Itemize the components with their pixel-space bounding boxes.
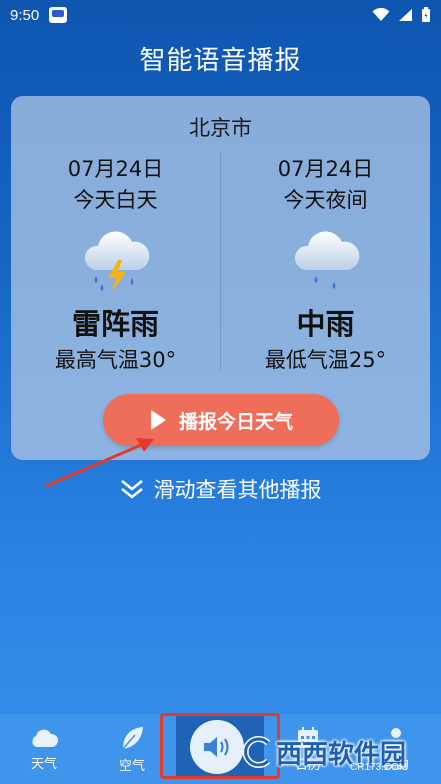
app-notification-icon bbox=[49, 7, 68, 23]
status-icons bbox=[372, 7, 431, 23]
status-time: 9:50 bbox=[10, 6, 40, 24]
swipe-hint-text: 滑动查看其他播报 bbox=[153, 478, 322, 502]
double-chevron-down-icon bbox=[120, 480, 143, 499]
play-button-label: 播报今日天气 bbox=[178, 410, 293, 433]
day-condition: 雷阵雨 bbox=[71, 307, 159, 341]
night-condition: 中雨 bbox=[296, 307, 355, 341]
page-title: 智能语音播报 bbox=[139, 46, 302, 76]
wifi-icon bbox=[372, 8, 390, 21]
status-bar: 9:50 bbox=[0, 0, 441, 30]
leaf-icon bbox=[122, 726, 143, 749]
night-forecast: 07月24日 今天夜间 中雨 最低气温25° bbox=[221, 154, 430, 374]
watermark: 西西软件园 CR173.COM bbox=[240, 722, 440, 782]
watermark-logo-icon bbox=[242, 736, 271, 768]
day-period: 今天白天 bbox=[73, 188, 158, 212]
night-low-temp: 最低气温25° bbox=[264, 348, 387, 372]
thunderstorm-icon bbox=[84, 231, 149, 292]
battery-icon bbox=[422, 7, 430, 22]
nav-air-label: 空气 bbox=[118, 758, 145, 774]
watermark-url: CR173.COM bbox=[350, 762, 408, 773]
night-date: 07月24日 bbox=[277, 157, 374, 181]
swipe-hint[interactable]: 滑动查看其他播报 bbox=[0, 474, 441, 504]
nav-weather[interactable]: 天气 bbox=[0, 714, 88, 784]
signal-icon bbox=[399, 9, 412, 21]
weather-card: 北京市 07月24日 今天白天 雷阵雨 最高气温30° 07月24日 今天夜间 … bbox=[11, 96, 430, 460]
city-name: 北京市 bbox=[189, 116, 252, 140]
rain-icon bbox=[294, 231, 359, 289]
day-forecast: 07月24日 今天白天 雷阵雨 最高气温30° bbox=[11, 154, 220, 374]
day-date: 07月24日 bbox=[67, 157, 164, 181]
cloud-icon bbox=[32, 729, 58, 747]
nav-weather-label: 天气 bbox=[30, 756, 57, 772]
day-high-temp: 最高气温30° bbox=[54, 348, 177, 372]
night-period: 今天夜间 bbox=[283, 188, 368, 212]
